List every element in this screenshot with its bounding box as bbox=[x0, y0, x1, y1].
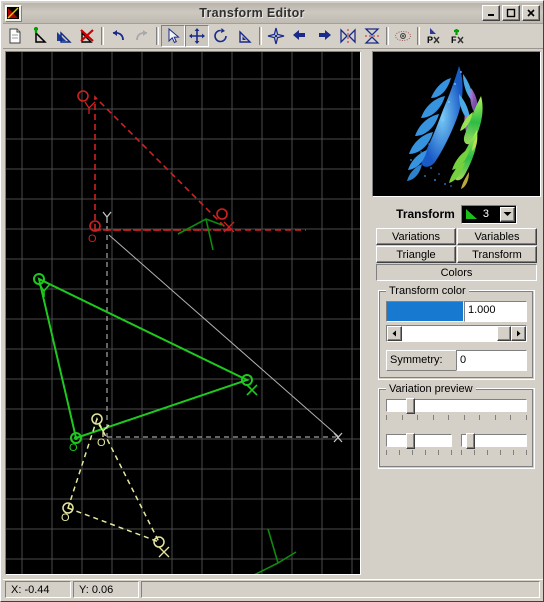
svg-text:O: O bbox=[61, 512, 70, 524]
transform-color-track[interactable] bbox=[402, 326, 511, 341]
toolbar: P F bbox=[3, 24, 543, 49]
rotate-right-button[interactable] bbox=[312, 25, 336, 47]
delete-transform-button[interactable] bbox=[75, 25, 99, 47]
move-tool-button[interactable] bbox=[185, 25, 209, 47]
slider-knob[interactable] bbox=[465, 433, 475, 449]
transform-editor-window: Transform Editor P F O O O O Transform 3… bbox=[0, 0, 544, 602]
transform-dropdown[interactable]: 3 bbox=[460, 204, 517, 224]
slider-knob[interactable] bbox=[405, 398, 415, 414]
svg-text:P: P bbox=[427, 35, 433, 45]
variation-preview-row-2 bbox=[386, 433, 527, 460]
slider-ticks bbox=[461, 450, 527, 456]
maximize-button[interactable] bbox=[502, 5, 520, 21]
toolbar-separator bbox=[257, 25, 264, 47]
add-transform-button[interactable] bbox=[27, 25, 51, 47]
minimize-button[interactable] bbox=[482, 5, 500, 21]
svg-text:F: F bbox=[451, 35, 457, 45]
slider-knob[interactable] bbox=[405, 433, 415, 449]
transform-color-row: 1.000 bbox=[386, 301, 527, 322]
variation-preview-group-title: Variation preview bbox=[386, 383, 476, 395]
toolbar-separator bbox=[154, 25, 161, 47]
transform-color-thumb[interactable] bbox=[497, 326, 511, 341]
symmetry-row: Symmetry: 0 bbox=[386, 350, 527, 371]
variation-preview-density-slider[interactable] bbox=[386, 398, 527, 425]
transform-index-value: 3 bbox=[482, 208, 489, 220]
right-panel: Transform 3 Variations Variables Triangl… bbox=[372, 200, 541, 575]
svg-text:O: O bbox=[69, 442, 78, 454]
transform-color-swatch[interactable] bbox=[386, 301, 464, 322]
window-title: Transform Editor bbox=[199, 6, 305, 20]
tab-transform[interactable]: Transform bbox=[457, 246, 537, 263]
toggle-preview-button[interactable] bbox=[391, 25, 415, 47]
slider-track[interactable] bbox=[386, 434, 452, 447]
flame-preview[interactable] bbox=[372, 51, 541, 197]
toolbar-separator bbox=[415, 25, 422, 47]
transform-label: Transform bbox=[396, 207, 455, 221]
transform-canvas-frame: O O O O bbox=[5, 51, 361, 575]
final-transform-button[interactable]: F bbox=[446, 25, 470, 47]
close-button[interactable] bbox=[522, 5, 540, 21]
toolbar-separator bbox=[384, 25, 391, 47]
scroll-left-button[interactable] bbox=[387, 326, 402, 341]
tab-triangle[interactable]: Triangle bbox=[376, 246, 456, 263]
new-flame-button[interactable] bbox=[3, 25, 27, 47]
redo-button[interactable] bbox=[130, 25, 154, 47]
variation-preview-range-slider[interactable] bbox=[386, 433, 452, 460]
transform-color-scrollbar[interactable] bbox=[386, 325, 527, 342]
symmetry-label: Symmetry: bbox=[386, 350, 456, 371]
status-bar: X: -0.44 Y: 0.06 bbox=[3, 579, 543, 599]
transform-color-swatch-icon bbox=[464, 207, 480, 221]
variation-preview-group: Variation preview bbox=[378, 383, 535, 469]
select-tool-button[interactable] bbox=[161, 25, 185, 47]
tab-variations[interactable]: Variations bbox=[376, 228, 456, 245]
svg-text:O: O bbox=[88, 233, 97, 245]
svg-text:O: O bbox=[97, 437, 106, 449]
chevron-down-icon[interactable] bbox=[499, 206, 515, 222]
tab-colors[interactable]: Colors bbox=[376, 264, 537, 281]
transform-canvas[interactable]: O O O O bbox=[6, 52, 360, 574]
status-x-readout: X: -0.44 bbox=[5, 581, 71, 598]
tab-row-2: Triangle Transform bbox=[376, 246, 537, 264]
tab-row-3: Colors bbox=[376, 264, 537, 282]
scroll-right-button[interactable] bbox=[511, 326, 526, 341]
transform-color-value[interactable]: 1.000 bbox=[464, 301, 527, 322]
rotate-left-button[interactable] bbox=[288, 25, 312, 47]
variation-preview-row-1 bbox=[386, 398, 527, 425]
post-transform-button[interactable]: P bbox=[422, 25, 446, 47]
variation-preview-sliders bbox=[386, 398, 527, 460]
world-pivot-button[interactable] bbox=[264, 25, 288, 47]
undo-button[interactable] bbox=[106, 25, 130, 47]
slider-ticks bbox=[386, 415, 527, 421]
window-controls bbox=[482, 5, 540, 21]
app-icon[interactable] bbox=[5, 4, 22, 22]
tab-variables[interactable]: Variables bbox=[457, 228, 537, 245]
rotate-tool-button[interactable] bbox=[209, 25, 233, 47]
transform-color-group-title: Transform color bbox=[386, 285, 469, 297]
transform-color-group: Transform color 1.000 Symmetry: 0 bbox=[378, 285, 535, 380]
variation-preview-depth-slider[interactable] bbox=[461, 433, 527, 460]
symmetry-value[interactable]: 0 bbox=[456, 350, 527, 371]
title-bar: Transform Editor bbox=[3, 3, 543, 24]
duplicate-transform-button[interactable] bbox=[51, 25, 75, 47]
flip-horizontal-button[interactable] bbox=[336, 25, 360, 47]
status-message bbox=[141, 581, 540, 598]
status-y-readout: Y: 0.06 bbox=[73, 581, 139, 598]
tab-row-1: Variations Variables bbox=[376, 228, 537, 246]
slider-ticks bbox=[386, 450, 452, 456]
panel-tabs: Variations Variables Triangle Transform … bbox=[372, 228, 541, 282]
flip-vertical-button[interactable] bbox=[360, 25, 384, 47]
toolbar-separator bbox=[99, 25, 106, 47]
transform-selector-row: Transform 3 bbox=[372, 200, 541, 228]
scale-tool-button[interactable] bbox=[233, 25, 257, 47]
